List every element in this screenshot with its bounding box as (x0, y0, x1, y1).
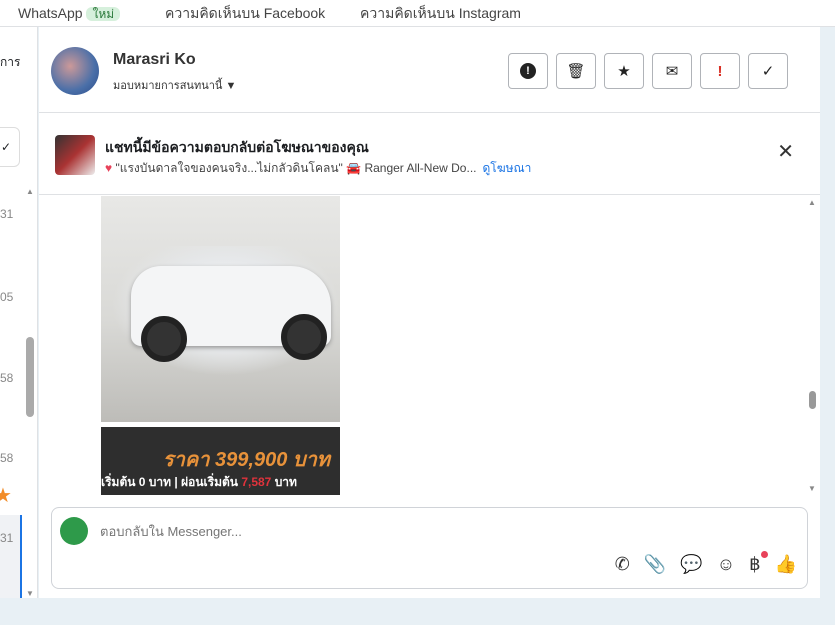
emoji-icon[interactable]: ☺ (717, 554, 735, 575)
delete-button[interactable]: 🗑 (556, 53, 596, 89)
contact-name[interactable]: Marasri Ko (113, 51, 196, 69)
car-photo[interactable] (101, 196, 340, 422)
car-icon: 🚘 (346, 161, 362, 175)
price-banner-image[interactable]: ราคา 399,900 บาท เริ่มต้น 0 บาท | ผ่อนเร… (101, 427, 340, 495)
check-icon: ✓ (761, 63, 775, 80)
star-icon: ★ (0, 483, 12, 508)
list-item-time: 58 (0, 371, 14, 385)
scroll-thumb[interactable] (809, 391, 816, 409)
terms-text: เริ่มต้น 0 บาท | ผ่อนเริ่มต้น (101, 475, 242, 489)
reply-composer: ✆ 📎 💬 ☺ ฿ 👍 (51, 507, 808, 589)
channel-tabs: WhatsApp ใหม่ ความคิดเห็นบน Facebook ควา… (0, 0, 835, 27)
star-icon: ★ (617, 63, 631, 80)
close-icon[interactable]: ✕ (777, 139, 794, 164)
ad-product: Ranger All-New Do... (364, 161, 477, 175)
page-avatar (60, 517, 88, 545)
new-badge: ใหม่ (86, 7, 121, 21)
mark-unread-button[interactable]: ✉ (652, 53, 692, 89)
notification-dot (760, 551, 768, 558)
tab-instagram-comments[interactable]: ความคิดเห็นบน Instagram (360, 5, 521, 21)
thread-scrollbar[interactable]: ▲ ▼ (806, 196, 818, 495)
reply-input[interactable] (100, 524, 700, 539)
attachment-icon[interactable]: 📎 (644, 554, 666, 575)
alert-circle-icon: ! (520, 63, 536, 79)
ad-thumbnail[interactable] (55, 135, 95, 175)
price-text: ราคา 399,900 บาท (162, 449, 330, 471)
installment-amount: 7,587 (241, 475, 272, 489)
like-icon[interactable]: 👍 (775, 554, 797, 575)
list-item-time: 05 (0, 290, 14, 304)
tab-facebook-comments[interactable]: ความคิดเห็นบน Facebook (165, 5, 325, 21)
scroll-thumb[interactable] (26, 337, 34, 417)
star-button[interactable]: ★ (604, 53, 644, 89)
payment-icon[interactable]: ฿ (749, 551, 768, 575)
exclamation-icon: ! (717, 62, 723, 80)
trash-icon: 🗑 (566, 63, 586, 80)
list-scrollbar[interactable]: ▲ ▼ (24, 187, 36, 598)
assign-conversation-dropdown[interactable]: มอบหมายการสนทนานี้ ▼ (113, 76, 236, 94)
ad-text: "แรงบันดาลใจของคนจริง...ไม่กลัวดินโคลน" (115, 161, 343, 175)
conversation-panel: Marasri Ko มอบหมายการสนทนานี้ ▼ ! 🗑 ★ ✉ … (39, 27, 820, 598)
list-item-selected[interactable] (0, 515, 22, 598)
call-icon[interactable]: ✆ (615, 554, 630, 575)
mark-important-button[interactable]: ! (700, 53, 740, 89)
tab-whatsapp[interactable]: WhatsApp ใหม่ (18, 5, 121, 22)
list-item-time: 31 (0, 531, 14, 545)
filter-dropdown[interactable]: ✓ (0, 127, 20, 167)
message-thread: ราคา 399,900 บาท เริ่มต้น 0 บาท | ผ่อนเร… (39, 196, 820, 495)
conversation-header: Marasri Ko มอบหมายการสนทนานี้ ▼ ! 🗑 ★ ✉ … (39, 27, 820, 113)
list-header-text: การ (0, 55, 21, 69)
mark-done-button[interactable]: ✓ (748, 53, 788, 89)
ad-reply-banner: แชทนี้มีข้อความตอบกลับต่อโฆษณาของคุณ ♥ "… (39, 113, 820, 195)
assign-label: มอบหมายการสนทนานี้ (113, 80, 223, 92)
envelope-icon: ✉ (665, 63, 679, 80)
list-item-time: 58 (0, 451, 14, 465)
saved-replies-icon[interactable]: 💬 (680, 554, 702, 575)
tab-label: WhatsApp (18, 5, 83, 21)
list-item-time: 31 (0, 207, 14, 221)
caret-down-icon: ▼ (225, 80, 237, 92)
avatar[interactable] (51, 47, 99, 95)
conversation-list: การ ✓ 31 05 58 58 ★ 31 ▲ ▼ (0, 27, 38, 598)
view-ad-link[interactable]: ดูโฆษณา (482, 161, 531, 175)
terms-suffix: บาท (271, 475, 297, 489)
report-button[interactable]: ! (508, 53, 548, 89)
heart-icon: ♥ (105, 161, 113, 175)
ad-banner-title: แชทนี้มีข้อความตอบกลับต่อโฆษณาของคุณ (105, 139, 369, 155)
